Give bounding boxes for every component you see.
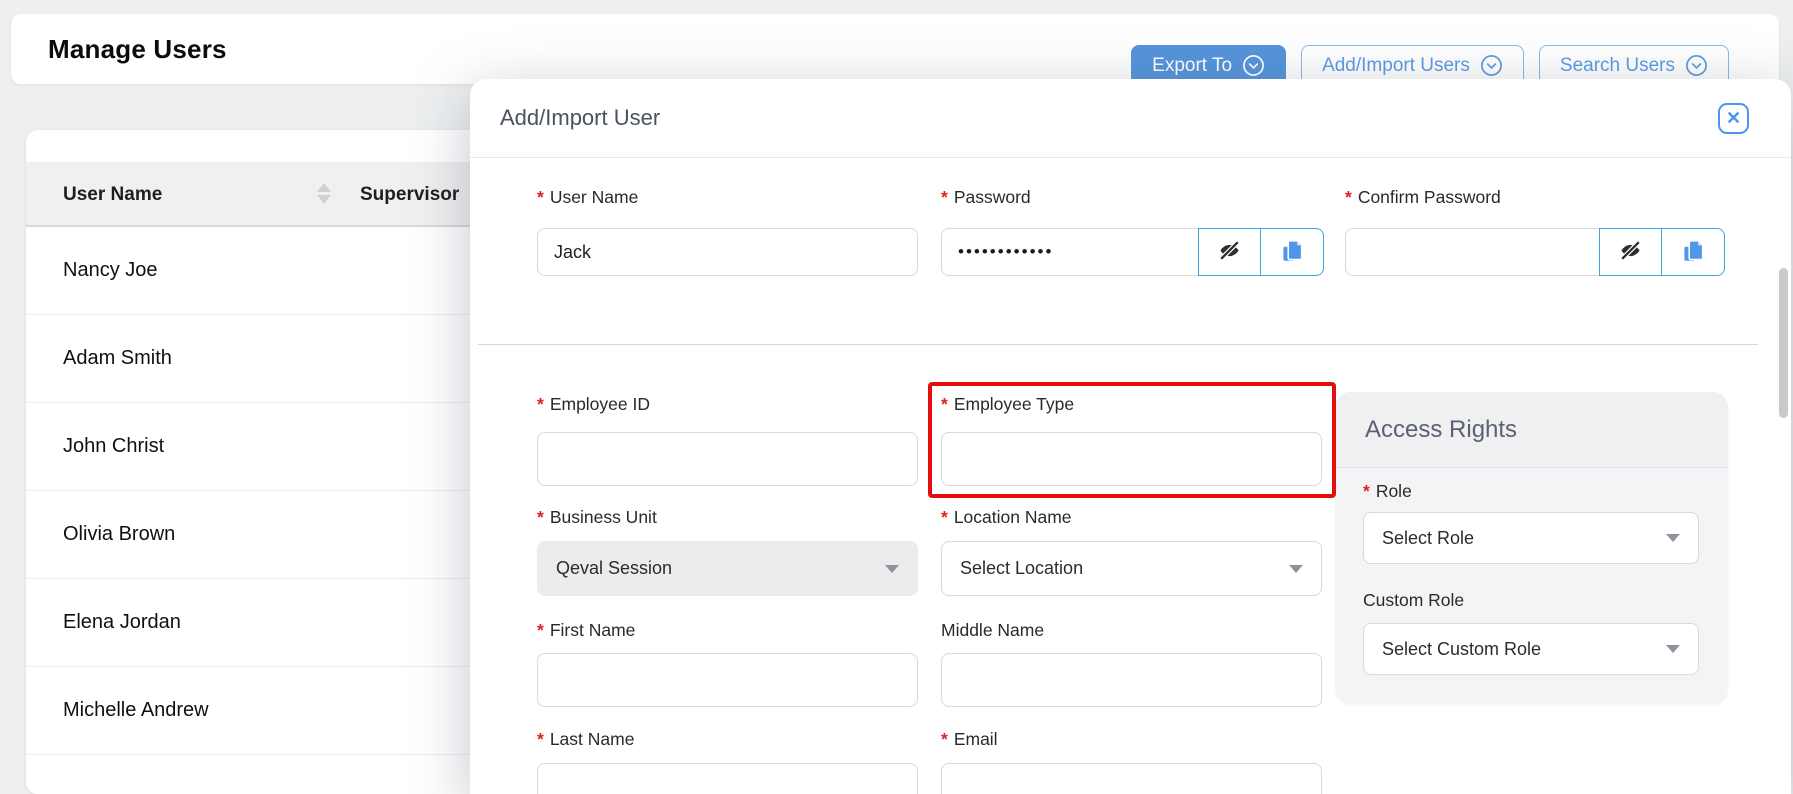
- role-value: Select Role: [1382, 528, 1474, 549]
- employee-type-label: *Employee Type: [941, 394, 1074, 415]
- page-title: Manage Users: [48, 14, 227, 84]
- location-name-label: *Location Name: [941, 507, 1072, 528]
- chevron-down-circle-icon: [1242, 54, 1265, 77]
- copy-icon: [1279, 237, 1305, 268]
- employee-id-input[interactable]: [537, 432, 918, 486]
- add-import-user-modal: Add/Import User ✕ *User Name *Password *…: [470, 79, 1791, 794]
- last-name-input[interactable]: [537, 763, 918, 794]
- custom-role-select[interactable]: Select Custom Role: [1363, 623, 1699, 675]
- email-label: *Email: [941, 729, 998, 750]
- required-marker: *: [941, 729, 948, 749]
- export-to-label: Export To: [1152, 55, 1232, 77]
- password-field-group: [941, 228, 1324, 276]
- modal-title: Add/Import User: [500, 105, 660, 131]
- employee-id-label: *Employee ID: [537, 394, 650, 415]
- copy-confirm-password-button[interactable]: [1661, 228, 1725, 276]
- sort-icon[interactable]: [317, 183, 331, 207]
- eye-off-icon: [1216, 237, 1243, 267]
- chevron-down-icon: [1289, 565, 1303, 573]
- user-name-label: *User Name: [537, 187, 638, 208]
- add-import-users-label: Add/Import Users: [1322, 55, 1470, 77]
- location-name-value: Select Location: [960, 558, 1083, 579]
- required-marker: *: [537, 729, 544, 749]
- last-name-label: *Last Name: [537, 729, 634, 750]
- chevron-down-circle-icon: [1480, 54, 1503, 77]
- password-input[interactable]: [941, 228, 1198, 276]
- confirm-password-field-group: [1345, 228, 1725, 276]
- required-marker: *: [941, 394, 948, 414]
- custom-role-label: Custom Role: [1363, 590, 1464, 611]
- required-marker: *: [1363, 481, 1370, 501]
- middle-name-input[interactable]: [941, 653, 1322, 707]
- column-header-user-name[interactable]: User Name: [63, 162, 162, 227]
- search-users-label: Search Users: [1560, 55, 1675, 77]
- email-input[interactable]: [941, 763, 1322, 794]
- required-marker: *: [537, 187, 544, 207]
- chevron-down-icon: [885, 565, 899, 573]
- confirm-password-label: *Confirm Password: [1345, 187, 1501, 208]
- sort-asc-icon: [317, 183, 331, 192]
- password-label: *Password: [941, 187, 1031, 208]
- required-marker: *: [537, 394, 544, 414]
- close-icon[interactable]: ✕: [1718, 103, 1749, 134]
- required-marker: *: [1345, 187, 1352, 207]
- modal-scrollbar[interactable]: [1779, 268, 1788, 418]
- confirm-password-input[interactable]: [1345, 228, 1599, 276]
- required-marker: *: [537, 620, 544, 640]
- employee-type-input[interactable]: [941, 432, 1322, 486]
- business-unit-select[interactable]: Qeval Session: [537, 541, 918, 596]
- eye-off-icon: [1617, 237, 1644, 267]
- chevron-down-circle-icon: [1685, 54, 1708, 77]
- chevron-down-icon: [1666, 534, 1680, 542]
- section-divider: [478, 344, 1758, 345]
- middle-name-label: Middle Name: [941, 620, 1044, 641]
- chevron-down-icon: [1666, 645, 1680, 653]
- toggle-confirm-password-visibility-button[interactable]: [1599, 228, 1661, 276]
- first-name-input[interactable]: [537, 653, 918, 707]
- location-name-select[interactable]: Select Location: [941, 541, 1322, 596]
- first-name-label: *First Name: [537, 620, 635, 641]
- role-label: *Role: [1363, 481, 1412, 502]
- modal-header: Add/Import User: [470, 79, 1791, 158]
- custom-role-value: Select Custom Role: [1382, 639, 1541, 660]
- required-marker: *: [941, 187, 948, 207]
- access-rights-header: Access Rights: [1335, 392, 1728, 468]
- required-marker: *: [537, 507, 544, 527]
- access-rights-panel: Access Rights *Role Select Role Custom R…: [1335, 392, 1728, 704]
- required-marker: *: [941, 507, 948, 527]
- copy-password-button[interactable]: [1260, 228, 1324, 276]
- access-rights-title: Access Rights: [1365, 416, 1517, 444]
- copy-icon: [1680, 237, 1706, 268]
- user-name-input[interactable]: [537, 228, 918, 276]
- page-header: Manage Users Export To Add/Import Users: [11, 14, 1779, 84]
- column-header-supervisor: Supervisor: [360, 162, 459, 227]
- role-select[interactable]: Select Role: [1363, 512, 1699, 564]
- page: Manage Users Export To Add/Import Users: [0, 0, 1793, 794]
- business-unit-label: *Business Unit: [537, 507, 657, 528]
- business-unit-value: Qeval Session: [556, 558, 672, 579]
- toggle-password-visibility-button[interactable]: [1198, 228, 1260, 276]
- sort-desc-icon: [317, 195, 331, 204]
